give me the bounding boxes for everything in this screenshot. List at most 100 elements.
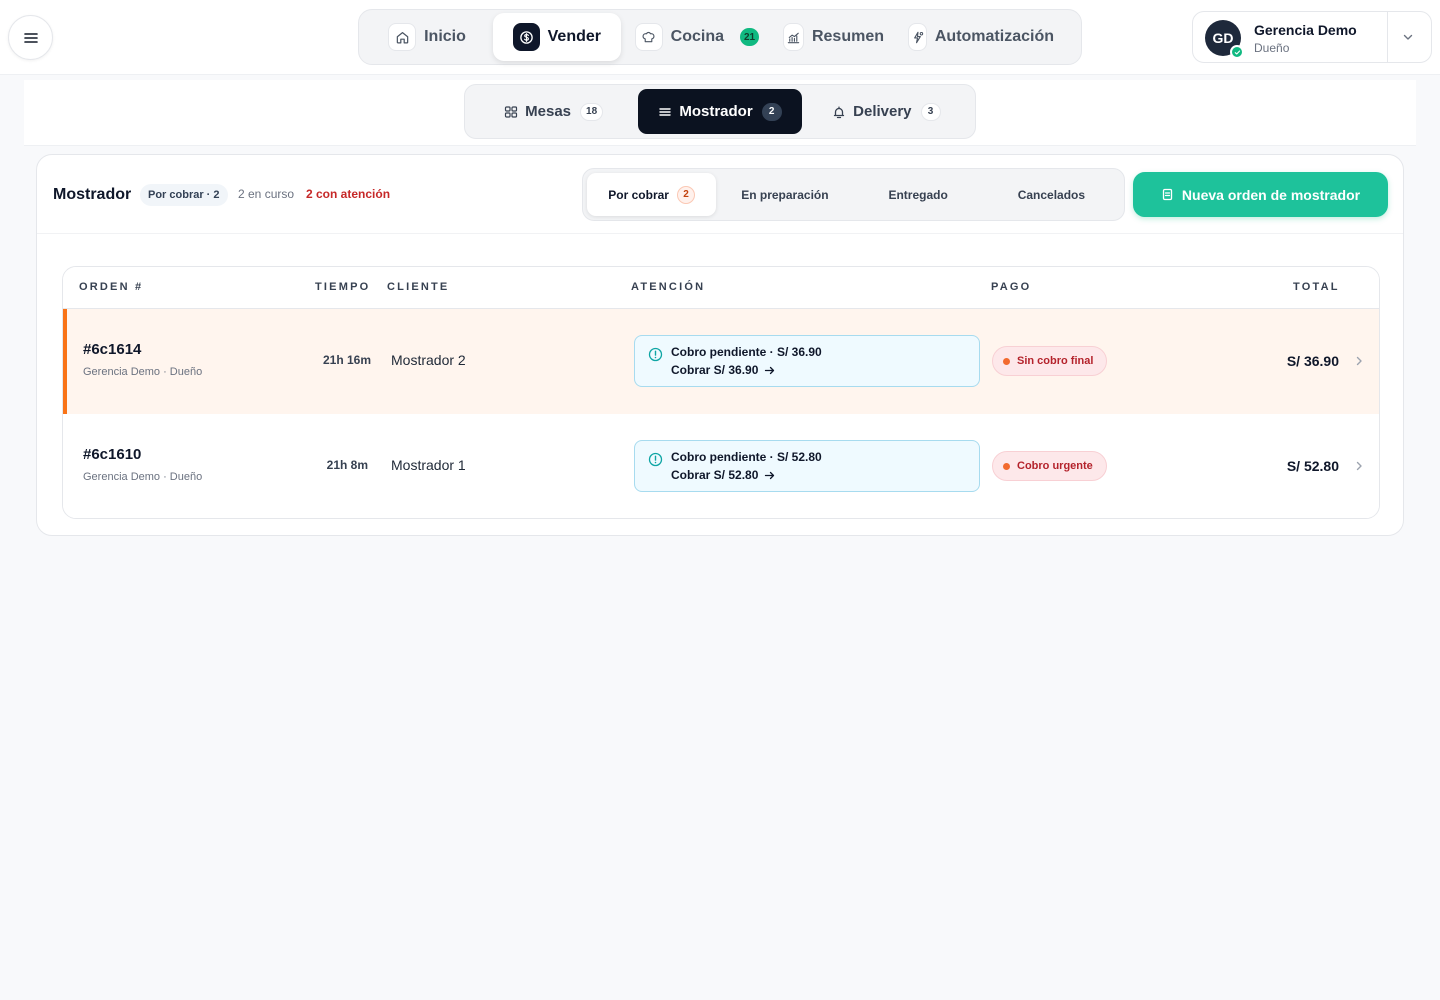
in-progress-count: 2 en curso xyxy=(238,187,295,201)
alert-circle-icon xyxy=(648,347,663,362)
filter-por-cobrar[interactable]: Por cobrar 2 xyxy=(587,173,717,216)
payment-label: Sin cobro final xyxy=(1017,355,1094,367)
nav-vender[interactable]: Vender xyxy=(493,13,621,61)
filter-cancelados[interactable]: Cancelados xyxy=(983,173,1120,216)
tab-mostrador[interactable]: Mostrador 2 xyxy=(638,89,802,134)
hamburger-icon xyxy=(23,32,38,43)
chef-hat-icon xyxy=(635,23,663,51)
col-total: TOTAL xyxy=(1293,281,1340,293)
arrow-right-icon xyxy=(765,366,775,374)
status-dot xyxy=(1003,357,1010,365)
top-bar: Inicio Vender Cocina 21 Resumen Automati… xyxy=(0,0,1440,75)
tab-count: 18 xyxy=(580,102,604,121)
order-total: S/ 36.90 xyxy=(1286,353,1339,369)
payment-label: Cobro urgente xyxy=(1017,460,1093,472)
new-order-label: Nueva orden de mostrador xyxy=(1181,186,1361,203)
tab-count: 2 xyxy=(761,102,782,121)
receipt-icon xyxy=(1162,188,1173,201)
channel-tabs: Mesas 18 Mostrador 2 Delivery 3 xyxy=(464,84,976,139)
status-dot xyxy=(1003,462,1010,470)
col-pago: PAGO xyxy=(991,281,1032,293)
tab-label: Mesas xyxy=(525,103,572,120)
avatar-initials: GD xyxy=(1212,30,1234,46)
verified-icon xyxy=(1230,45,1244,59)
attention-line: Cobro pendiente · S/ 36.90 xyxy=(671,345,822,359)
order-staff: Gerencia Demo · Dueño xyxy=(83,471,203,483)
order-id: #6c1614 xyxy=(83,341,142,358)
order-staff: Gerencia Demo · Dueño xyxy=(83,366,203,378)
user-role: Dueño xyxy=(1254,41,1290,55)
filter-label: Cancelados xyxy=(1017,187,1086,202)
page-title: Mostrador xyxy=(53,186,132,203)
payment-status-badge: Cobro urgente xyxy=(992,451,1107,481)
nav-label: Cocina xyxy=(670,28,725,45)
arrow-right-icon xyxy=(765,471,775,479)
tab-delivery[interactable]: Delivery 3 xyxy=(802,89,971,134)
menu-button[interactable] xyxy=(8,15,53,60)
cocina-badge: 21 xyxy=(740,28,759,46)
charge-label: Cobrar S/ 36.90 xyxy=(671,363,759,377)
alert-circle-icon xyxy=(648,452,663,467)
nav-automatizacion[interactable]: Automatización xyxy=(896,13,1066,61)
filter-count: 2 xyxy=(676,185,695,204)
grid-icon xyxy=(505,105,518,118)
attention-card[interactable]: Cobro pendiente · S/ 52.80 Cobrar S/ 52.… xyxy=(634,440,980,492)
panel-header: Mostrador Por cobrar · 2 2 en curso 2 co… xyxy=(37,155,1403,234)
user-menu[interactable]: GD Gerencia Demo Dueño xyxy=(1192,11,1432,63)
filter-en-preparacion[interactable]: En preparación xyxy=(716,173,853,216)
tab-count: 3 xyxy=(920,102,941,121)
tab-label: Mostrador xyxy=(679,103,753,120)
status-badge: Por cobrar · 2 xyxy=(140,184,228,206)
status-filters: Por cobrar 2 En preparación Entregado Ca… xyxy=(582,168,1125,221)
table-header: ORDEN # TIEMPO CLIENTE ATENCIÓN PAGO TOT… xyxy=(63,267,1379,309)
counter-icon xyxy=(659,107,672,116)
new-counter-order-button[interactable]: Nueva orden de mostrador xyxy=(1133,172,1388,217)
orders-table: ORDEN # TIEMPO CLIENTE ATENCIÓN PAGO TOT… xyxy=(62,266,1380,519)
col-orden: ORDEN # xyxy=(79,281,144,293)
nav-label: Automatización xyxy=(934,28,1054,45)
chevron-right-icon[interactable] xyxy=(1353,460,1365,472)
charge-label: Cobrar S/ 52.80 xyxy=(671,468,759,482)
order-client: Mostrador 2 xyxy=(391,352,466,368)
tab-mesas[interactable]: Mesas 18 xyxy=(469,89,638,134)
home-icon xyxy=(388,23,417,51)
main-nav: Inicio Vender Cocina 21 Resumen Automati… xyxy=(358,9,1082,65)
filter-label: Entregado xyxy=(888,187,948,202)
charge-link[interactable]: Cobrar S/ 52.80 xyxy=(671,468,775,482)
order-time: 21h 16m xyxy=(322,353,371,367)
col-cliente: CLIENTE xyxy=(387,281,450,293)
payment-status-badge: Sin cobro final xyxy=(992,346,1108,376)
user-divider xyxy=(1387,12,1388,62)
order-client: Mostrador 1 xyxy=(391,457,466,473)
table-row[interactable]: #6c1610 Gerencia Demo · Dueño 21h 8m Mos… xyxy=(63,414,1379,518)
chevron-right-icon[interactable] xyxy=(1353,355,1365,367)
nav-inicio[interactable]: Inicio xyxy=(363,13,491,61)
filter-label: En preparación xyxy=(741,187,829,202)
col-tiempo: TIEMPO xyxy=(315,281,371,293)
nav-label: Resumen xyxy=(811,28,884,45)
dollar-icon xyxy=(513,23,540,51)
nav-resumen[interactable]: Resumen xyxy=(771,13,896,61)
order-time: 21h 8m xyxy=(326,458,368,472)
nav-label: Inicio xyxy=(424,28,466,45)
charge-link[interactable]: Cobrar S/ 36.90 xyxy=(671,363,775,377)
col-atencion: ATENCIÓN xyxy=(631,281,706,293)
tab-label: Delivery xyxy=(853,103,912,120)
attention-line: Cobro pendiente · S/ 52.80 xyxy=(671,450,822,464)
order-total: S/ 52.80 xyxy=(1286,458,1339,474)
attention-count: 2 con atención xyxy=(306,187,391,201)
bell-icon xyxy=(833,106,845,118)
nav-cocina[interactable]: Cocina 21 xyxy=(623,13,771,61)
table-row[interactable]: #6c1614 Gerencia Demo · Dueño 21h 16m Mo… xyxy=(63,309,1379,414)
avatar: GD xyxy=(1205,20,1244,59)
chart-icon xyxy=(783,23,804,51)
filter-label: Por cobrar xyxy=(608,187,669,202)
chevron-down-icon[interactable] xyxy=(1401,30,1415,44)
automation-icon xyxy=(908,23,927,51)
order-id: #6c1610 xyxy=(83,446,142,463)
filter-entregado[interactable]: Entregado xyxy=(854,173,983,216)
nav-label: Vender xyxy=(547,28,601,45)
mostrador-panel: Mostrador Por cobrar · 2 2 en curso 2 co… xyxy=(36,154,1404,536)
subnav-bar: Mesas 18 Mostrador 2 Delivery 3 xyxy=(24,80,1416,146)
attention-card[interactable]: Cobro pendiente · S/ 36.90 Cobrar S/ 36.… xyxy=(634,335,980,387)
